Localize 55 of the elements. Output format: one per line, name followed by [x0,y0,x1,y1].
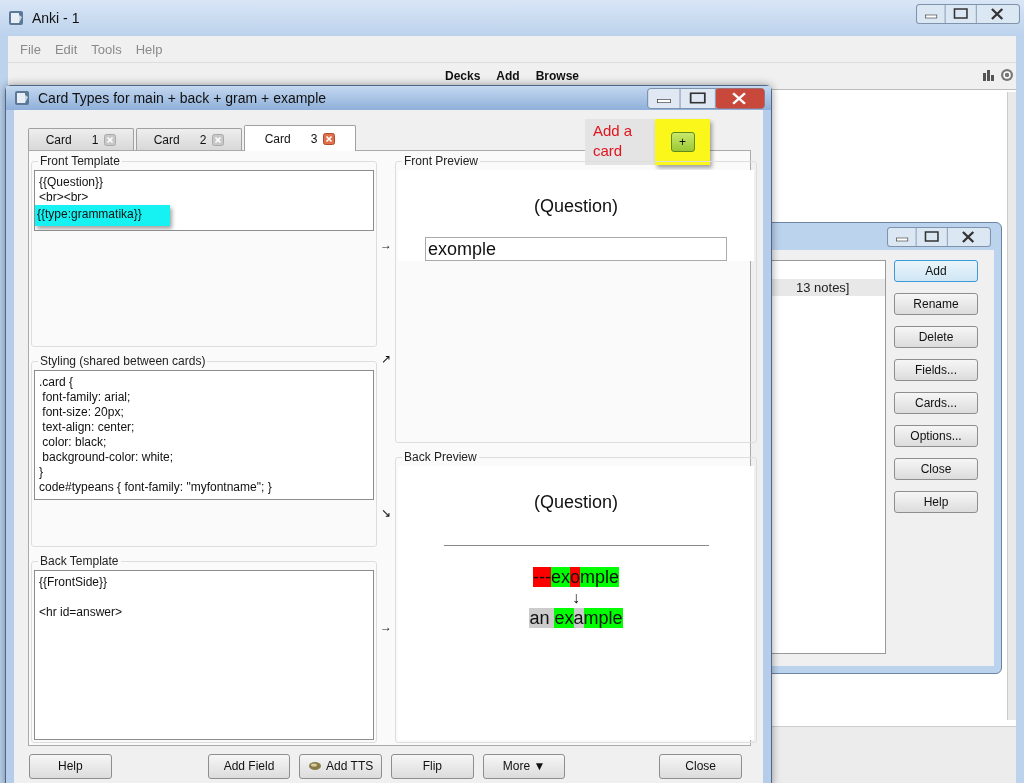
annotation-label: Add a card [585,119,655,165]
answer-segment: --- [533,567,551,587]
dialog-button[interactable]: Close [659,753,743,779]
dialog-button[interactable]: Close [894,458,978,480]
dialog-button[interactable]: Options... [894,425,978,447]
question-text: (Question) [533,196,618,217]
bar-chart-icon[interactable] [982,68,996,82]
dialog-button[interactable]: Add TTS [299,753,382,779]
group-label: Back Preview [402,450,479,464]
answer-field[interactable]: exomple [425,237,727,261]
arrow-label: ↗ [381,352,391,366]
card-tab[interactable]: Card 3 [244,125,356,151]
card-tab[interactable]: Card 2 [136,128,242,150]
add-card-button[interactable]: + [670,132,695,152]
arrow-label: ↓ [572,590,580,606]
template-editor[interactable]: {{FrontSide}} <hr id=answer> [34,570,374,740]
close-icon[interactable] [323,132,336,145]
dialog-button[interactable]: Add Field [207,753,291,779]
question-text: (Question) [533,492,618,513]
arrow-label: ↘ [381,506,391,520]
card-tab[interactable]: Card 1 [28,128,134,150]
code-line: <br><br> [39,190,89,205]
window-title: Anki - 1 [32,10,80,26]
app-icon [14,90,30,106]
dialog-button[interactable]: Rename [894,293,978,315]
toolbar-link[interactable]: Decks [444,69,481,83]
dialog-button[interactable]: Fields... [894,359,978,381]
code-line: {{Question}} [39,175,104,190]
answer-segment: an [529,608,555,628]
dialog-button[interactable]: More ▼ [482,753,566,779]
dialog-button[interactable]: Help [894,491,978,513]
dialog-button[interactable]: Cards... [894,392,978,414]
scrollbar[interactable] [1007,92,1016,720]
group-label: Styling (shared between cards) [38,354,208,368]
window-controls[interactable] [647,88,765,109]
dialog-button[interactable]: Delete [894,326,978,348]
window-controls[interactable] [916,4,1020,24]
app-icon [8,10,24,26]
arrow-label: → [380,620,392,634]
dialog-button[interactable]: Flip [391,753,474,779]
answer-segment: mple [580,567,619,587]
window-controls[interactable] [887,227,991,247]
toolbar-link[interactable]: Add [496,69,520,83]
dialog-title: Card Types for main + back + gram + example [38,90,327,106]
toolbar-link[interactable]: Browse [535,69,580,83]
dialog-button[interactable]: Help [29,753,112,779]
answer-segment: ex [554,608,574,628]
group-label: Front Preview [402,154,481,168]
answer-segment: a [573,608,584,628]
group-label: Back Template [38,554,121,568]
styling-editor[interactable]: .card { font-family: arial; font-size: 20px; text-align: center; color: black; background-color: white; } code#typeans { font-family: "myfontname"; } [34,370,374,500]
dialog-button[interactable]: Add [894,260,978,282]
template-editor[interactable]: {{Question}} <br><br> {{type:grammatika}} [34,170,374,231]
arrow-label: → [380,238,392,252]
group-label: Front Template [38,154,122,168]
